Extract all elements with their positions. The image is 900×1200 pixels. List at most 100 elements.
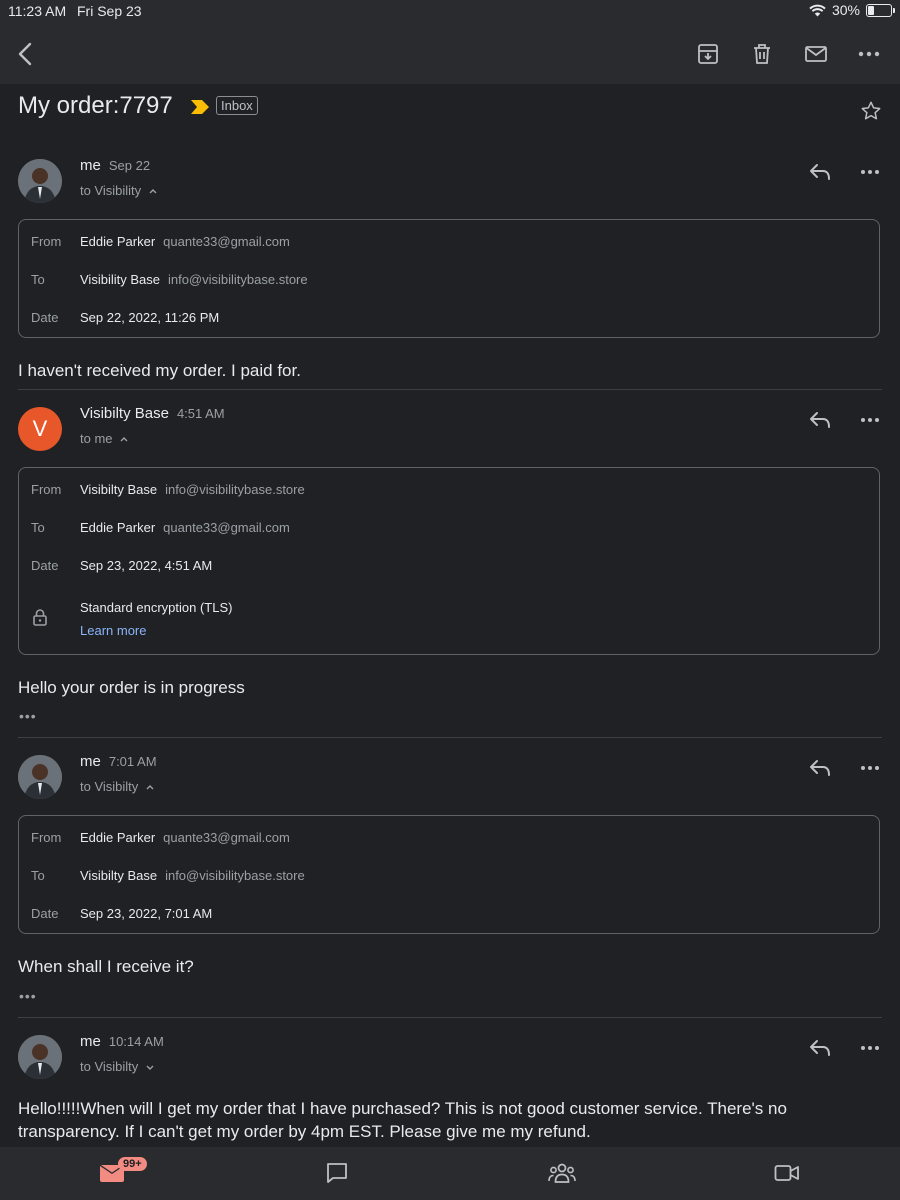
recipients-toggle[interactable]: to Visibility [80,183,158,198]
nav-spaces[interactable] [547,1159,577,1187]
from-email[interactable]: info@visibilitybase.store [165,482,305,497]
sender-name: Visibilty Base [80,405,169,422]
status-time: 11:23 AM [8,3,67,19]
message-body: Hello!!!!!When will I get my order that … [18,1099,787,1141]
message-more-icon[interactable] [860,1037,880,1059]
to-label: To [31,272,45,287]
delete-button[interactable] [748,40,776,68]
message-body: Hello your order is in progress [18,678,245,697]
archive-icon [698,44,718,64]
chevron-up-icon [149,189,157,194]
message-divider [18,1017,882,1018]
from-email[interactable]: quante33@gmail.com [163,234,290,249]
message-time: 10:14 AM [108,1034,164,1049]
lock-icon [33,609,47,626]
recipients-text: to Visibilty [80,1059,139,1074]
chevron-up-icon [120,437,128,442]
chevron-down-icon [146,1065,154,1070]
back-button[interactable] [12,40,40,68]
trash-icon [754,44,770,64]
date-label: Date [31,558,59,573]
mark-unread-button[interactable] [802,40,830,68]
from-name: Eddie Parker [80,234,156,249]
to-label: To [31,868,45,883]
recipients-text: to Visibilty [80,779,139,794]
show-trimmed-content-button[interactable]: ••• [19,988,37,1004]
to-email[interactable]: info@visibilitybase.store [168,272,308,287]
nav-meet[interactable] [772,1159,802,1187]
learn-more-link[interactable]: Learn more [80,623,146,638]
avatar[interactable] [18,159,62,203]
more-icon [858,51,880,57]
inbox-label[interactable]: Inbox [216,96,258,115]
recipients-text: to Visibility [80,183,142,198]
message-header[interactable]: V Visibilty Base 4:51 AM to me [18,405,882,455]
message-time: 4:51 AM [176,406,225,421]
from-name: Eddie Parker [80,830,156,845]
importance-marker-icon[interactable] [190,99,210,115]
message-details-panel: From Visibilty Base info@visibilitybase.st… [18,467,880,655]
show-trimmed-content-button[interactable]: ••• [19,708,37,724]
chat-icon [327,1163,347,1183]
meet-icon [774,1165,799,1181]
date-value: Sep 23, 2022, 4:51 AM [80,558,213,573]
message-details-panel: From Eddie Parker quante33@gmail.com To Vis… [18,815,880,934]
reply-icon[interactable] [808,161,832,183]
to-label: To [31,520,45,535]
mark-unread-icon [805,46,827,62]
back-icon [18,42,32,66]
from-name: Visibilty Base [80,482,158,497]
message-body: When shall I receive it? [18,957,194,976]
message-divider [18,737,882,738]
date-value: Sep 22, 2022, 11:26 PM [80,310,220,325]
message-body: I haven't received my order. I paid for. [18,361,301,380]
message-time: Sep 22 [108,158,151,173]
encryption-text: Standard encryption (TLS) [80,600,233,615]
avatar[interactable] [18,755,62,799]
from-email[interactable]: quante33@gmail.com [163,830,290,845]
recipients-toggle[interactable]: to Visibilty [80,779,155,794]
avatar[interactable] [18,1035,62,1079]
star-icon[interactable] [860,100,882,122]
sender-name: me [80,157,101,174]
reply-icon[interactable] [808,757,832,779]
from-label: From [31,482,62,497]
message-header[interactable]: me Sep 22 to Visibility [18,157,882,207]
message-more-icon[interactable] [860,757,880,779]
to-name: Visibility Base [80,272,160,287]
message-header[interactable]: me 10:14 AM to Visibilty [18,1033,882,1083]
message-time: 7:01 AM [108,754,157,769]
message-more-icon[interactable] [860,409,880,431]
from-label: From [31,830,62,845]
mail-unread-badge: 99+ [118,1157,147,1171]
battery-percent: 30% [831,2,860,18]
message-more-icon[interactable] [860,161,880,183]
archive-button[interactable] [694,40,722,68]
to-email[interactable]: info@visibilitybase.store [165,868,305,883]
recipients-toggle[interactable]: to Visibilty [80,1059,155,1074]
spaces-icon [548,1163,576,1183]
date-label: Date [31,906,59,921]
from-label: From [31,234,62,249]
subject-row: My order:7797 Inbox [18,92,882,132]
sender-name: me [80,1033,101,1050]
bottom-navigation: 99+ [0,1147,900,1200]
to-email[interactable]: quante33@gmail.com [163,520,290,535]
recipients-text: to me [80,431,113,446]
battery-icon [866,3,895,17]
more-options-button[interactable] [855,40,883,68]
reply-icon[interactable] [808,1037,832,1059]
recipients-toggle[interactable]: to me [80,431,129,446]
chevron-up-icon [146,785,154,790]
date-label: Date [31,310,59,325]
nav-chat[interactable] [322,1159,352,1187]
status-date: Fri Sep 23 [77,3,142,19]
wifi-icon [809,4,826,16]
to-name: Visibilty Base [80,868,158,883]
status-right: 30% [809,2,895,18]
reply-icon[interactable] [808,409,832,431]
message-header[interactable]: me 7:01 AM to Visibilty [18,753,882,803]
sender-name: me [80,753,101,770]
avatar[interactable]: V [18,407,62,451]
email-subject: My order:7797 [18,92,173,119]
